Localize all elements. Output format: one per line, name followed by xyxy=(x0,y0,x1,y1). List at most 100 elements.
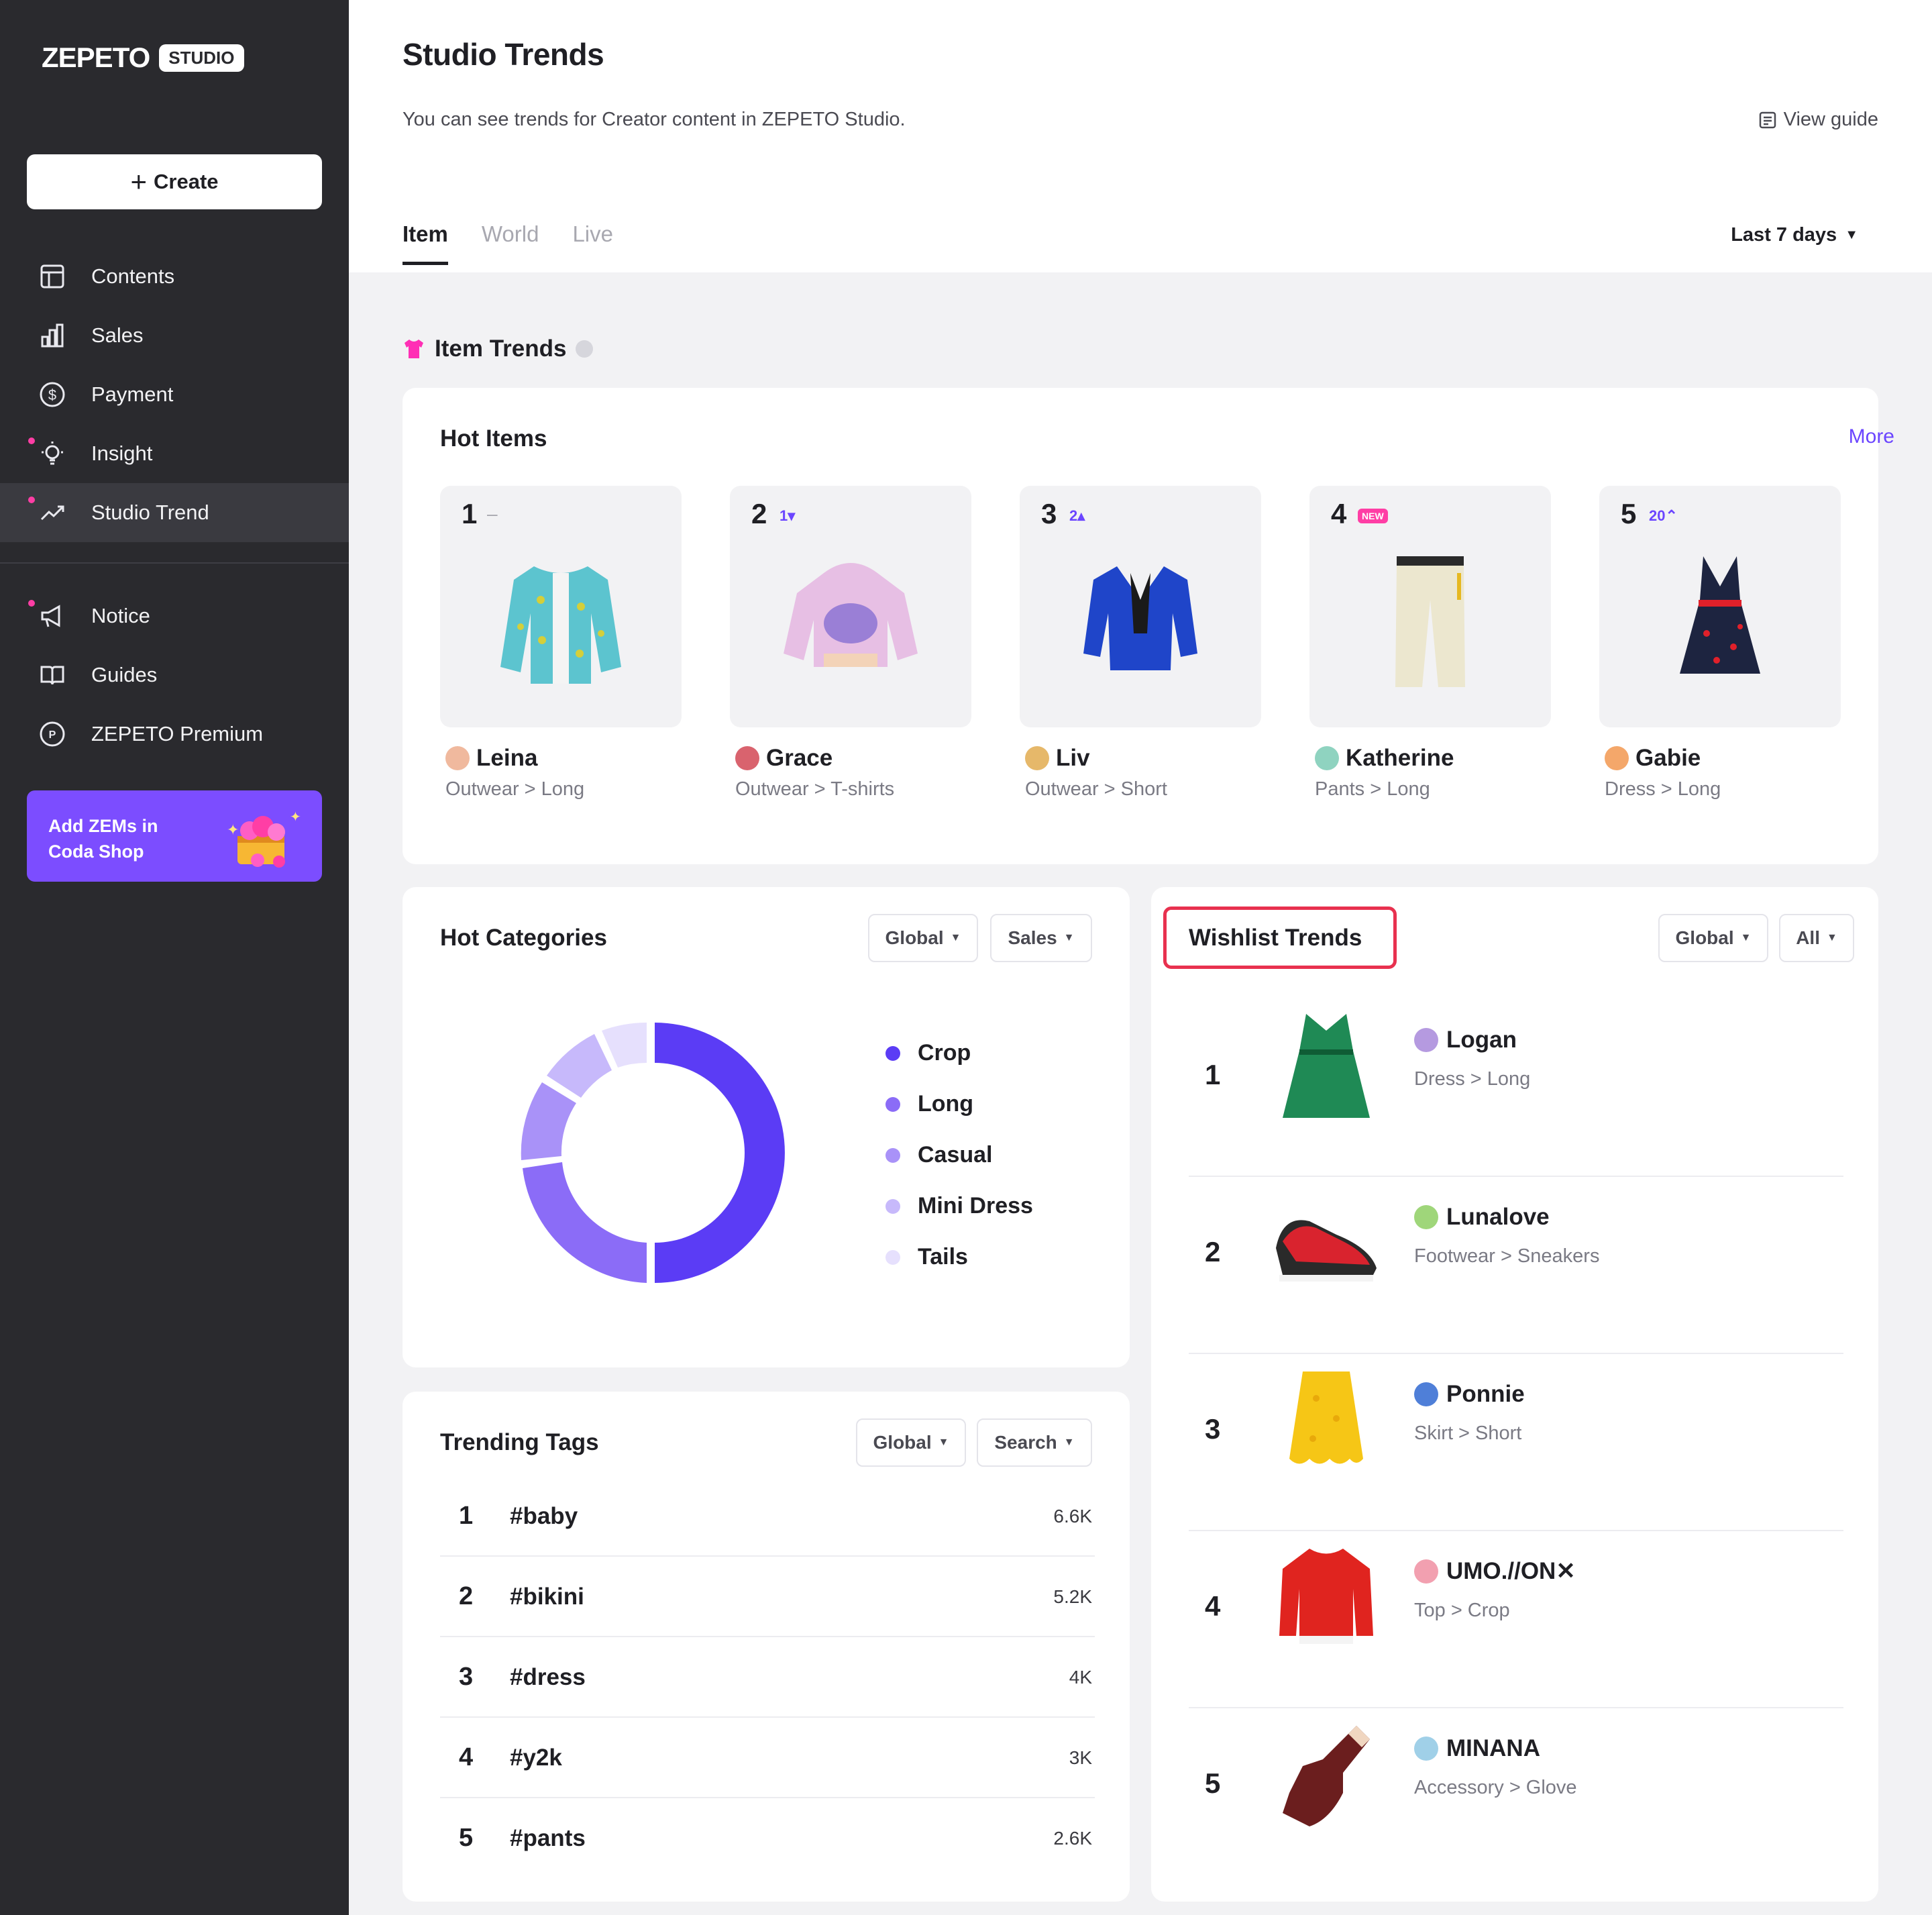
svg-text:✦: ✦ xyxy=(227,822,239,839)
donut-segment-crop xyxy=(655,1023,785,1283)
tab-world[interactable]: World xyxy=(482,221,539,265)
tag-row[interactable]: 3 #dress 4K xyxy=(440,1637,1095,1718)
item-thumbnail: 1 – xyxy=(440,486,682,727)
wishlist-row[interactable]: 1 Logan Dress > Long xyxy=(1189,1000,1843,1177)
rank-change-up: 2▴ xyxy=(1069,507,1085,524)
wishlist-rank: 5 xyxy=(1205,1767,1221,1799)
creator-name[interactable]: Leina xyxy=(445,745,682,772)
sidebar-item-label: Contents xyxy=(91,264,175,288)
caret-down-icon: ▼ xyxy=(950,932,961,943)
avatar xyxy=(1414,1028,1438,1052)
sidebar-item-contents[interactable]: Contents xyxy=(0,247,349,306)
item-category: Outwear > Long xyxy=(445,778,585,800)
creator-label: Ponnie xyxy=(1446,1381,1525,1407)
region-dropdown[interactable]: Global ▼ xyxy=(1658,914,1768,962)
caret-down-icon: ▼ xyxy=(1845,227,1858,242)
legend-dot xyxy=(885,1249,900,1265)
item-category: Outwear > Short xyxy=(1025,778,1167,800)
yellow-skirt-image xyxy=(1289,1371,1363,1464)
item-category: Accessory > Glove xyxy=(1414,1777,1577,1798)
sidebar-item-label: Studio Trend xyxy=(91,501,209,524)
wishlist-row[interactable]: 2 Lunalove Footwear > Sneakers xyxy=(1189,1177,1843,1354)
category-donut-chart xyxy=(521,1023,785,1283)
metric-dropdown[interactable]: Sales ▼ xyxy=(990,914,1092,962)
wishlist-row[interactable]: 4 UMO.//ON✕ Top > Crop xyxy=(1189,1531,1843,1708)
document-icon xyxy=(1759,111,1776,128)
sidebar-item-sales[interactable]: Sales xyxy=(0,306,349,365)
tab-item[interactable]: Item xyxy=(402,221,448,265)
creator-name[interactable]: Liv xyxy=(1025,745,1261,772)
metric-label: Search xyxy=(994,1432,1057,1453)
wishlist-rank: 4 xyxy=(1205,1590,1221,1622)
hot-item-card[interactable]: 2 1▾ Grace Outwear > T-shirts xyxy=(730,486,971,800)
wishlist-rank: 3 xyxy=(1205,1413,1221,1445)
hot-item-card[interactable]: 4 NEW Katherine Pants > Long xyxy=(1309,486,1551,800)
creator-name[interactable]: UMO.//ON✕ xyxy=(1414,1558,1576,1585)
tag-row[interactable]: 1 #baby 6.6K xyxy=(440,1476,1095,1557)
item-rank: 3 xyxy=(1041,498,1057,529)
sidebar-item-insight[interactable]: Insight xyxy=(0,424,349,483)
creator-label: Grace xyxy=(766,745,833,771)
wishlist-row[interactable]: 3 Ponnie Skirt > Short xyxy=(1189,1354,1843,1531)
wishlist-trends-highlight-box xyxy=(1163,907,1397,969)
caret-down-icon: ▼ xyxy=(1063,932,1075,943)
creator-name[interactable]: Logan xyxy=(1414,1027,1517,1053)
donut-segment-mini-dress xyxy=(547,1034,612,1098)
tag-row[interactable]: 4 #y2k 3K xyxy=(440,1718,1095,1798)
region-dropdown[interactable]: Global ▼ xyxy=(856,1418,966,1467)
hot-item-card[interactable]: 3 2▴ Liv Outwear > Short xyxy=(1020,486,1261,800)
sidebar-divider xyxy=(0,562,349,564)
hot-item-card[interactable]: 5 20⌃ Gabie Dress > Long xyxy=(1599,486,1841,800)
sidebar-item-notice[interactable]: Notice xyxy=(0,586,349,645)
page-title: Studio Trends xyxy=(402,37,604,72)
sidebar-item-label: ZEPETO Premium xyxy=(91,722,264,745)
item-category: Skirt > Short xyxy=(1414,1422,1522,1444)
filter-dropdown[interactable]: All ▼ xyxy=(1779,914,1854,962)
create-button[interactable]: + Create xyxy=(27,154,322,209)
wishlist-row[interactable]: 5 MINANA Accessory > Glove xyxy=(1189,1708,1843,1885)
sidebar-item-zepeto-premium[interactable]: P ZEPETO Premium xyxy=(0,705,349,764)
creator-name[interactable]: MINANA xyxy=(1414,1735,1540,1762)
creator-name[interactable]: Ponnie xyxy=(1414,1381,1525,1408)
help-icon[interactable] xyxy=(576,340,594,358)
legend-dot xyxy=(885,1096,900,1112)
tag-row[interactable]: 5 #pants 2.6K xyxy=(440,1798,1095,1879)
avatar xyxy=(1414,1205,1438,1229)
tag-rank: 3 xyxy=(459,1663,474,1691)
sidebar-item-studio-trend[interactable]: Studio Trend xyxy=(0,483,349,542)
caret-down-icon: ▼ xyxy=(1063,1437,1075,1448)
tab-live[interactable]: Live xyxy=(572,221,613,265)
view-guide-link[interactable]: View guide xyxy=(1758,109,1878,131)
plus-icon: + xyxy=(130,166,148,197)
creator-name[interactable]: Gabie xyxy=(1605,745,1841,772)
period-dropdown[interactable]: Last 7 days ▼ xyxy=(1731,224,1858,246)
tag-name: #y2k xyxy=(510,1745,562,1771)
item-category: Dress > Long xyxy=(1414,1068,1531,1090)
creator-label: Logan xyxy=(1446,1027,1517,1053)
tag-row[interactable]: 2 #bikini 5.2K xyxy=(440,1557,1095,1637)
hot-item-card[interactable]: 1 – Leina Outwear > Long xyxy=(440,486,682,800)
region-dropdown[interactable]: Global ▼ xyxy=(868,914,978,962)
creator-name[interactable]: Katherine xyxy=(1315,745,1551,772)
creator-label: Lunalove xyxy=(1446,1204,1550,1230)
caret-down-icon: ▼ xyxy=(1826,932,1837,943)
add-zems-promo-banner[interactable]: Add ZEMs in Coda Shop ✦ ✦ xyxy=(27,790,322,882)
metric-dropdown[interactable]: Search ▼ xyxy=(977,1418,1092,1467)
dollar-circle-icon: $ xyxy=(38,380,67,409)
logo-badge: STUDIO xyxy=(159,44,244,72)
creator-name[interactable]: Lunalove xyxy=(1414,1204,1550,1231)
creator-label: Katherine xyxy=(1346,745,1454,771)
creator-name[interactable]: Grace xyxy=(735,745,971,772)
glove-image xyxy=(1283,1726,1370,1826)
premium-icon: P xyxy=(38,719,67,749)
trending-tags-title: Trending Tags xyxy=(440,1429,599,1455)
hot-items-title: Hot Items xyxy=(440,425,547,452)
page-header: Studio Trends You can see trends for Cre… xyxy=(349,0,1932,272)
sidebar-item-guides[interactable]: Guides xyxy=(0,645,349,705)
zepeto-studio-logo[interactable]: ZEPETO STUDIO xyxy=(42,42,244,74)
sidebar-item-payment[interactable]: $ Payment xyxy=(0,365,349,424)
create-label: Create xyxy=(154,170,219,193)
more-link[interactable]: More xyxy=(1849,425,1894,448)
book-icon xyxy=(38,660,67,690)
creator-label: Gabie xyxy=(1635,745,1701,771)
